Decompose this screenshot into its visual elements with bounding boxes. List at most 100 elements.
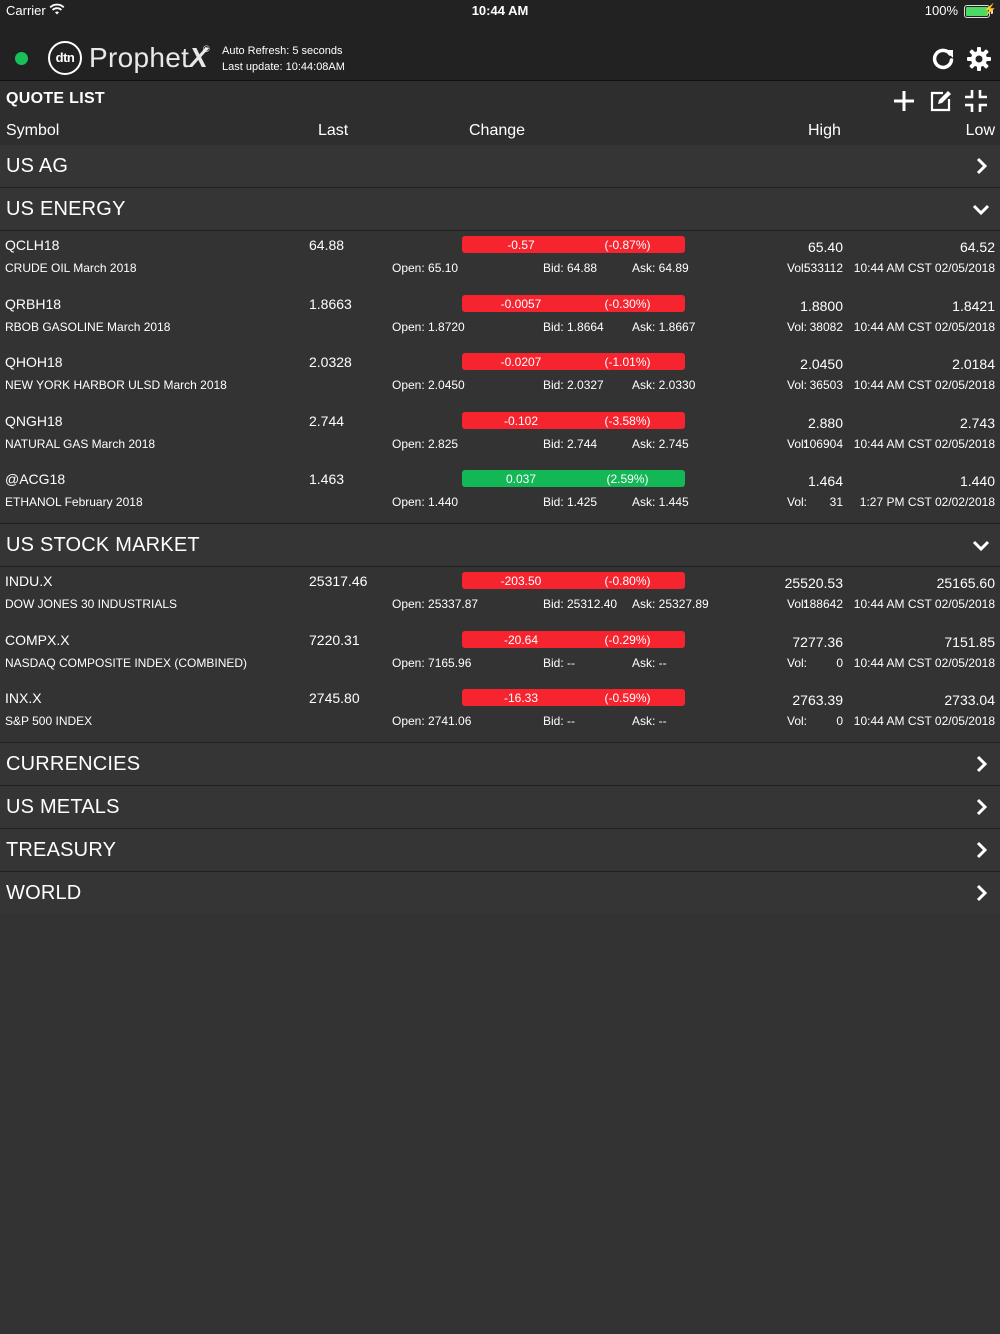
quote-symbol: INX.X: [5, 690, 42, 707]
quote-volume: 31: [829, 495, 843, 510]
quote-open: Open: 2741.06: [392, 714, 472, 729]
clock: 10:44 AM: [471, 3, 529, 18]
logo-wordmark: ProphetX: [89, 42, 209, 73]
quote-bid: Bid: 25312.40: [543, 597, 618, 611]
quote-symbol: QHOH18: [5, 354, 63, 371]
quote-ask: Ask: 2.745: [632, 436, 689, 451]
app-header: dtn ProphetX ® Auto Refresh: 5 seconds L…: [0, 22, 1000, 81]
collapse-icon[interactable]: [964, 89, 988, 113]
quote-bid: Bid: 64.88: [543, 261, 598, 275]
stock-rows: INDU.X DOW JONES 30 INDUSTRIALS 25317.46…: [0, 567, 1000, 743]
quote-row[interactable]: COMPX.X NASDAQ COMPOSITE INDEX (COMBINED…: [0, 626, 1000, 684]
quote-low: 2.0184: [952, 356, 995, 373]
group-world[interactable]: WORLD: [0, 872, 1000, 915]
group-us-metals[interactable]: US METALS: [0, 786, 1000, 829]
quote-last: 2.0328: [309, 354, 352, 371]
auto-refresh-label: Auto Refresh: 5 seconds: [222, 45, 343, 57]
chevron-right-icon: [976, 798, 988, 816]
quote-ask: Ask: 1.8667: [632, 319, 696, 334]
quote-high: 2.0450: [800, 356, 843, 373]
edit-icon[interactable]: [929, 89, 953, 113]
change-bar: -0.0057 (-0.30%): [462, 294, 685, 312]
quote-ask: Ask: 25327.89: [632, 597, 709, 611]
quote-low: 7151.85: [944, 633, 995, 650]
connection-status-indicator: [15, 52, 28, 65]
group-us-stock-market[interactable]: US STOCK MARKET: [0, 524, 1000, 567]
quote-row[interactable]: QRBH18 RBOB GASOLINE March 2018 1.8663 -…: [0, 290, 1000, 348]
quote-symbol: QCLH18: [5, 237, 60, 253]
column-header-change[interactable]: Change: [469, 122, 525, 140]
column-header-last[interactable]: Last: [318, 122, 348, 140]
quote-change-percent: (-0.80%): [604, 574, 651, 588]
quote-symbol: @ACG18: [5, 471, 66, 488]
quote-change: -20.64: [503, 632, 539, 647]
change-bar: -16.33 (-0.59%): [462, 689, 685, 707]
chevron-down-icon: [972, 540, 990, 552]
quote-description: NEW YORK HARBOR ULSD March 2018: [5, 378, 227, 393]
quote-row[interactable]: @ACG18 ETHANOL February 2018 1.463 0.037…: [0, 465, 1000, 523]
column-header-low[interactable]: Low: [966, 122, 995, 140]
quote-change-percent: (-0.59%): [604, 691, 651, 706]
column-header-high[interactable]: High: [808, 122, 841, 140]
refresh-icon[interactable]: [930, 46, 956, 72]
quote-high: 1.8800: [800, 297, 843, 314]
quote-timestamp: 10:44 AM CST 02/05/2018: [853, 655, 995, 670]
quote-bid: Bid: 2.744: [543, 436, 598, 451]
quote-volume-label: Vol:: [787, 319, 808, 334]
quote-last: 25317.46: [309, 573, 368, 589]
quote-row[interactable]: QHOH18 NEW YORK HARBOR ULSD March 2018 2…: [0, 348, 1000, 406]
quote-low: 25165.60: [936, 575, 995, 591]
quote-description: NASDAQ COMPOSITE INDEX (COMBINED): [5, 655, 248, 670]
quote-timestamp: 1:27 PM CST 02/02/2018: [859, 495, 995, 510]
chevron-right-icon: [976, 841, 988, 859]
quote-change: -0.0057: [500, 296, 542, 311]
quote-row[interactable]: INX.X S&P 500 INDEX 2745.80 -16.33 (-0.5…: [0, 684, 1000, 742]
energy-rows: QCLH18 CRUDE OIL March 2018 64.88 -0.57 …: [0, 231, 1000, 524]
quote-change: -0.0207: [500, 355, 542, 370]
quote-volume: 38082: [809, 319, 843, 334]
quote-description: NATURAL GAS March 2018: [5, 436, 156, 451]
quote-row[interactable]: INDU.X DOW JONES 30 INDUSTRIALS 25317.46…: [0, 567, 1000, 625]
quote-volume: 0: [836, 655, 843, 670]
group-name: US ENERGY: [6, 198, 126, 220]
quote-description: ETHANOL February 2018: [5, 495, 143, 510]
quote-open: Open: 1.8720: [392, 319, 465, 334]
battery-percent: 100%: [924, 3, 958, 18]
group-treasury[interactable]: TREASURY: [0, 829, 1000, 872]
quote-last: 2745.80: [309, 690, 360, 707]
quote-row[interactable]: QCLH18 CRUDE OIL March 2018 64.88 -0.57 …: [0, 231, 1000, 289]
quote-high: 2763.39: [792, 692, 843, 709]
change-bar: -20.64 (-0.29%): [462, 630, 685, 648]
quote-open: Open: 65.10: [392, 261, 459, 275]
quote-last: 64.88: [309, 237, 345, 253]
quote-high: 2.880: [807, 414, 843, 431]
group-currencies[interactable]: CURRENCIES: [0, 743, 1000, 786]
group-name: TREASURY: [6, 839, 117, 861]
quote-change: -203.50: [500, 574, 542, 588]
chevron-right-icon: [976, 884, 988, 902]
quote-ask: Ask: --: [632, 655, 667, 670]
settings-gear-icon[interactable]: [966, 46, 992, 72]
quote-change: 0.037: [505, 472, 537, 487]
quote-last: 1.463: [309, 471, 345, 488]
quote-list-toolbar: QUOTE LIST Symbol Last Change High Low: [0, 81, 1000, 146]
quote-volume-label: Vol:: [787, 495, 808, 510]
group-us-energy[interactable]: US ENERGY: [0, 188, 1000, 231]
quote-timestamp: 10:44 AM CST 02/05/2018: [853, 261, 995, 275]
quote-timestamp: 10:44 AM CST 02/05/2018: [853, 319, 995, 334]
change-bar: -0.102 (-3.58%): [462, 411, 685, 429]
charging-icon: ⚡: [983, 4, 997, 16]
quote-low: 1.440: [959, 473, 995, 490]
group-us-ag[interactable]: US AG: [0, 145, 1000, 188]
quote-row[interactable]: QNGH18 NATURAL GAS March 2018 2.744 -0.1…: [0, 407, 1000, 465]
quote-low: 1.8421: [952, 297, 995, 314]
quote-bid: Bid: 1.425: [543, 495, 598, 510]
column-header-symbol[interactable]: Symbol: [6, 122, 59, 140]
quote-bid: Bid: 1.8664: [543, 319, 604, 334]
group-name: US STOCK MARKET: [6, 534, 200, 556]
add-icon[interactable]: [892, 89, 916, 113]
quote-open: Open: 7165.96: [392, 655, 472, 670]
empty-area: [0, 914, 1000, 1334]
quote-change-percent: (-3.58%): [604, 413, 651, 428]
quote-open: Open: 1.440: [392, 495, 459, 510]
